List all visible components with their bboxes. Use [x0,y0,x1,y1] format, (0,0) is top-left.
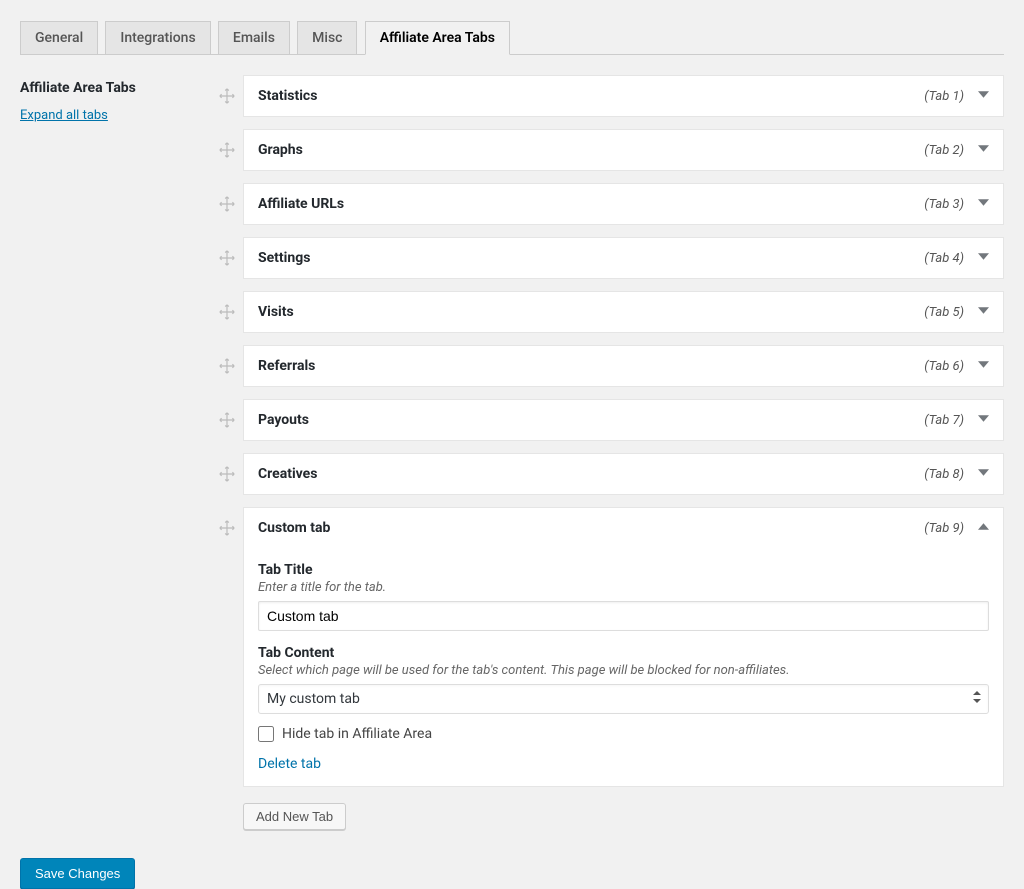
save-changes-button[interactable]: Save Changes [20,858,135,889]
tab-toggle[interactable]: Referrals (Tab 6) [244,346,1003,386]
drag-handle-icon[interactable] [215,183,239,225]
tab-number: (Tab 6) [924,359,964,374]
hide-tab-checkbox[interactable] [258,726,274,742]
tab-number: (Tab 1) [924,89,964,104]
tab-toggle[interactable]: Settings (Tab 4) [244,238,1003,278]
drag-handle-icon[interactable] [215,507,239,787]
tab-toggle[interactable]: Creatives (Tab 8) [244,454,1003,494]
tab-content-select[interactable]: My custom tab [258,684,989,714]
chevron-up-icon [978,521,989,536]
tab-toggle[interactable]: Payouts (Tab 7) [244,400,1003,440]
tab-card: Affiliate URLs (Tab 3) [243,183,1004,225]
tab-general[interactable]: General [20,21,98,54]
tab-number: (Tab 8) [924,467,964,482]
tab-integrations[interactable]: Integrations [105,21,210,54]
tab-row: Settings (Tab 4) [215,237,1004,279]
tab-card: Payouts (Tab 7) [243,399,1004,441]
tab-emails[interactable]: Emails [218,21,290,54]
tab-row: Referrals (Tab 6) [215,345,1004,387]
drag-handle-icon[interactable] [215,75,239,117]
drag-handle-icon[interactable] [215,291,239,333]
chevron-down-icon [978,359,989,374]
tab-content-help: Select which page will be used for the t… [258,663,989,678]
tab-title-help: Enter a title for the tab. [258,580,989,595]
tab-number: (Tab 4) [924,251,964,266]
tab-title: Visits [258,304,924,320]
expand-all-link[interactable]: Expand all tabs [20,108,108,123]
tab-number: (Tab 3) [924,197,964,212]
tab-title: Graphs [258,142,924,158]
sidebar: Affiliate Area Tabs Expand all tabs [20,75,215,830]
tab-row: Affiliate URLs (Tab 3) [215,183,1004,225]
tab-card: Settings (Tab 4) [243,237,1004,279]
tab-row: Graphs (Tab 2) [215,129,1004,171]
chevron-down-icon [978,413,989,428]
tab-card: Graphs (Tab 2) [243,129,1004,171]
drag-handle-icon[interactable] [215,129,239,171]
tab-row: Visits (Tab 5) [215,291,1004,333]
tab-row: Custom tab (Tab 9) Tab Title Enter a tit… [215,507,1004,787]
tab-toggle[interactable]: Affiliate URLs (Tab 3) [244,184,1003,224]
tab-title: Creatives [258,466,924,482]
tab-toggle[interactable]: Statistics (Tab 1) [244,76,1003,116]
tab-misc[interactable]: Misc [297,21,357,54]
tab-row: Payouts (Tab 7) [215,399,1004,441]
tab-card: Visits (Tab 5) [243,291,1004,333]
tab-row: Statistics (Tab 1) [215,75,1004,117]
chevron-down-icon [978,305,989,320]
tab-title: Payouts [258,412,924,428]
tab-number: (Tab 2) [924,143,964,158]
chevron-down-icon [978,143,989,158]
tab-title: Statistics [258,88,924,104]
tab-title: Referrals [258,358,924,374]
chevron-down-icon [978,251,989,266]
tab-affiliate-area-tabs[interactable]: Affiliate Area Tabs [365,21,510,55]
chevron-down-icon [978,89,989,104]
chevron-down-icon [978,467,989,482]
tab-body: Tab Title Enter a title for the tab. Tab… [244,562,1003,786]
tab-number: (Tab 5) [924,305,964,320]
drag-handle-icon[interactable] [215,237,239,279]
tab-title: Custom tab [258,520,924,536]
drag-handle-icon[interactable] [215,345,239,387]
tab-title-label: Tab Title [258,562,989,578]
tab-card: Referrals (Tab 6) [243,345,1004,387]
chevron-down-icon [978,197,989,212]
sidebar-heading: Affiliate Area Tabs [20,80,215,96]
tabs-list: Statistics (Tab 1) Graphs (Tab 2) [215,75,1004,830]
tab-row: Creatives (Tab 8) [215,453,1004,495]
tab-number: (Tab 7) [924,413,964,428]
drag-handle-icon[interactable] [215,453,239,495]
drag-handle-icon[interactable] [215,399,239,441]
add-new-tab-button[interactable]: Add New Tab [243,803,346,830]
tab-toggle[interactable]: Visits (Tab 5) [244,292,1003,332]
tab-title-input[interactable] [258,601,989,631]
tab-title: Settings [258,250,924,266]
tab-toggle[interactable]: Custom tab (Tab 9) [244,508,1003,548]
tab-card-expanded: Custom tab (Tab 9) Tab Title Enter a tit… [243,507,1004,787]
tab-toggle[interactable]: Graphs (Tab 2) [244,130,1003,170]
settings-tab-nav: General Integrations Emails Misc Affilia… [20,20,1004,55]
delete-tab-link[interactable]: Delete tab [258,756,321,772]
tab-card: Statistics (Tab 1) [243,75,1004,117]
tab-card: Creatives (Tab 8) [243,453,1004,495]
tab-content-label: Tab Content [258,645,989,661]
hide-tab-label: Hide tab in Affiliate Area [282,726,432,742]
tab-number: (Tab 9) [924,521,964,536]
tab-title: Affiliate URLs [258,196,924,212]
